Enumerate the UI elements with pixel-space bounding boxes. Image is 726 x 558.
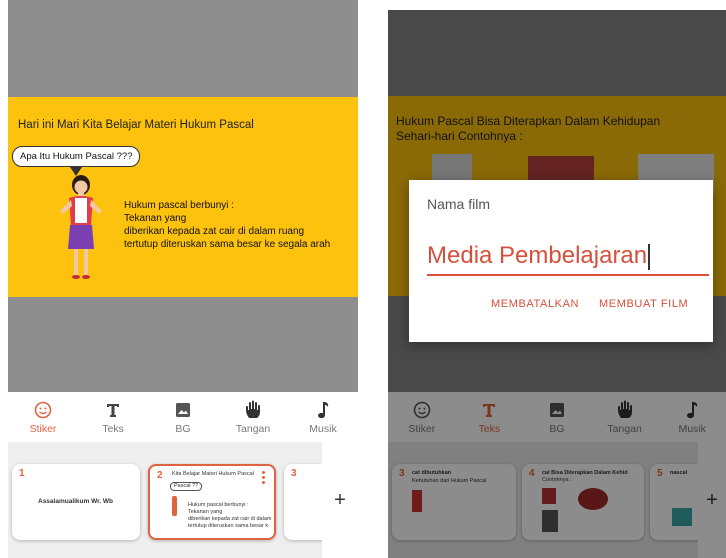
teacher-sticker[interactable] bbox=[56, 173, 106, 283]
tool-tangan[interactable]: Tangan bbox=[223, 400, 283, 435]
fact-line: diberikan kepada zat cair di dalam ruang bbox=[124, 226, 305, 237]
left-screen: Hari ini Mari Kita Belajar Materi Hukum … bbox=[8, 0, 358, 558]
thumb-number: 3 bbox=[291, 468, 297, 479]
thumb-line: tertutup diteruskan sama besar k bbox=[188, 523, 269, 529]
slide-strip[interactable]: 1 Assalamualikum Wr. Wb 2 Kita Belajar M… bbox=[8, 442, 358, 558]
thumb-title: Kita Belajar Materi Hukum Pascal bbox=[172, 471, 254, 477]
tool-label: Stiker bbox=[29, 422, 57, 435]
fact-line: tertutup diteruskan sama besar ke segala… bbox=[124, 239, 331, 250]
tool-label: Teks bbox=[102, 422, 124, 435]
canvas-stage: Hari ini Mari Kita Belajar Materi Hukum … bbox=[8, 0, 358, 392]
thumb-number: 2 bbox=[157, 470, 163, 481]
dialog-title: Nama film bbox=[427, 196, 491, 212]
thumb-line: diberikan kepada zat cair di dalam bbox=[188, 516, 272, 522]
right-screen: Hukum Pascal Bisa Diterapkan Dalam Kehid… bbox=[388, 10, 726, 558]
image-icon bbox=[173, 400, 193, 420]
add-slide-button[interactable]: + bbox=[322, 442, 358, 558]
thumb-text: Assalamualikum Wr. Wb bbox=[38, 498, 114, 505]
film-name-value: Media Pembelajaran bbox=[427, 242, 648, 269]
text-cursor bbox=[648, 243, 651, 270]
tool-label: BG bbox=[175, 422, 191, 435]
thumb-line: Hukum pascal berbunyi : bbox=[188, 502, 249, 508]
film-name-input[interactable]: Media Pembelajaran bbox=[427, 242, 709, 276]
fact-line: Hukum pascal berbunyi : bbox=[124, 200, 235, 211]
speech-bubble[interactable]: Apa Itu Hukum Pascal ??? bbox=[12, 146, 141, 167]
tool-musik[interactable]: Musik bbox=[293, 400, 353, 435]
tool-bg[interactable]: BG bbox=[153, 400, 213, 435]
slide-canvas[interactable]: Hari ini Mari Kita Belajar Materi Hukum … bbox=[8, 97, 358, 297]
tool-label: Musik bbox=[309, 422, 337, 435]
thumb-number: 1 bbox=[19, 468, 25, 479]
thumb-lines: Hukum pascal berbunyi : Tekanan yang dib… bbox=[188, 502, 271, 530]
slide-thumbnail-selected[interactable]: 2 Kita Belajar Materi Hukum Pascal Pasca… bbox=[148, 464, 276, 540]
thumb-line: Tekanan yang bbox=[188, 509, 223, 515]
slide-title[interactable]: Hari ini Mari Kita Belajar Materi Hukum … bbox=[18, 119, 254, 131]
tool-bar: Stiker Teks BG Tangan Musik bbox=[8, 392, 358, 442]
text-icon bbox=[103, 400, 123, 420]
tool-teks[interactable]: Teks bbox=[83, 400, 143, 435]
music-note-icon bbox=[313, 400, 333, 420]
fact-line: Tekanan yang bbox=[124, 213, 187, 224]
hand-icon bbox=[243, 400, 263, 420]
smiley-icon bbox=[33, 400, 53, 420]
film-name-dialog: Nama film Media Pembelajaran MEMBATALKAN… bbox=[409, 180, 713, 342]
tool-label: Tangan bbox=[235, 422, 271, 435]
kebab-menu-icon[interactable] bbox=[262, 471, 265, 486]
slide-thumbnail[interactable]: 1 Assalamualikum Wr. Wb bbox=[12, 464, 140, 540]
thumb-bubble: Pascal ?? bbox=[170, 482, 203, 491]
thumb-teacher-sticker bbox=[172, 496, 177, 516]
create-film-button[interactable]: MEMBUAT FILM bbox=[599, 298, 688, 310]
tool-stiker[interactable]: Stiker bbox=[13, 400, 73, 435]
cancel-button[interactable]: MEMBATALKAN bbox=[491, 298, 579, 310]
fact-text[interactable]: Hukum pascal berbunyi : Tekanan yang dib… bbox=[124, 199, 330, 251]
